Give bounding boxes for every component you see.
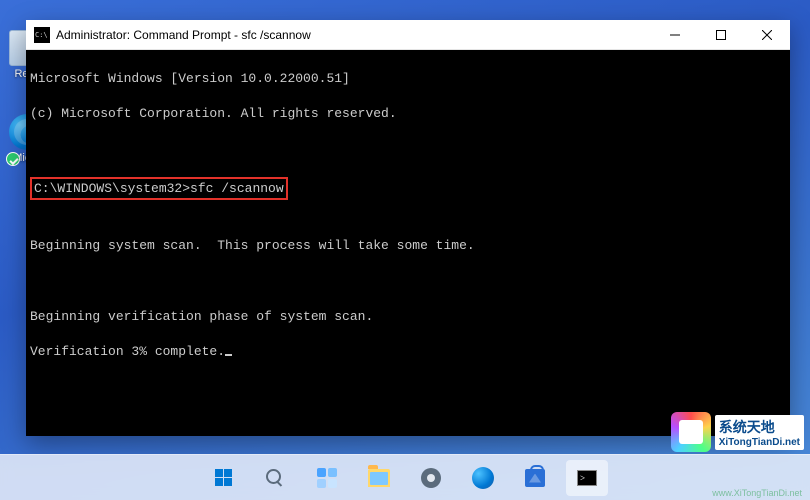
search-icon: [266, 469, 284, 487]
watermark-text: 系统天地 XiTongTianDi.net: [715, 415, 804, 450]
store-icon: [525, 469, 545, 487]
file-explorer-icon: [368, 469, 390, 487]
watermark-brand-cn: 系统天地: [719, 419, 775, 435]
maximize-icon: [716, 30, 726, 40]
close-icon: [762, 30, 772, 40]
terminal-line-verification-phase: Beginning verification phase of system s…: [30, 308, 786, 326]
watermark-logo-icon: [671, 412, 711, 452]
maximize-button[interactable]: [698, 20, 744, 49]
command-highlight: C:\WINDOWS\system32>sfc /scannow: [30, 177, 288, 201]
checkmark-badge-icon: [6, 152, 20, 166]
taskbar-store-button[interactable]: [514, 460, 556, 496]
terminal-blank: [30, 140, 786, 158]
taskbar-edge-button[interactable]: [462, 460, 504, 496]
terminal-progress-text: Verification 3% complete.: [30, 344, 225, 359]
taskbar-cmd-button[interactable]: [566, 460, 608, 496]
terminal-line-version: Microsoft Windows [Version 10.0.22000.51…: [30, 70, 786, 88]
terminal-command: sfc /scannow: [190, 181, 284, 196]
minimize-icon: [670, 30, 680, 40]
window-title: Administrator: Command Prompt - sfc /sca…: [56, 28, 311, 42]
taskbar-settings-button[interactable]: [410, 460, 452, 496]
watermark: 系统天地 XiTongTianDi.net: [671, 412, 804, 452]
taskbar: [0, 454, 810, 500]
terminal-line-copyright: (c) Microsoft Corporation. All rights re…: [30, 105, 786, 123]
cmd-taskbar-icon: [577, 470, 597, 486]
terminal-line-progress: Verification 3% complete.: [30, 343, 786, 361]
terminal-blank: [30, 202, 786, 220]
command-prompt-window: Administrator: Command Prompt - sfc /sca…: [26, 20, 790, 436]
cursor-icon: [225, 354, 232, 356]
watermark-brand-en: XiTongTianDi.net: [719, 437, 800, 448]
start-button[interactable]: [202, 460, 244, 496]
taskbar-explorer-button[interactable]: [358, 460, 400, 496]
taskbar-widgets-button[interactable]: [306, 460, 348, 496]
cmd-app-icon: [34, 27, 50, 43]
window-titlebar[interactable]: Administrator: Command Prompt - sfc /sca…: [26, 20, 790, 50]
minimize-button[interactable]: [652, 20, 698, 49]
terminal-output[interactable]: Microsoft Windows [Version 10.0.22000.51…: [26, 50, 790, 436]
gear-icon: [421, 468, 441, 488]
terminal-blank: [30, 273, 786, 291]
terminal-line-scan-start: Beginning system scan. This process will…: [30, 237, 786, 255]
edge-taskbar-icon: [472, 467, 494, 489]
taskbar-search-button[interactable]: [254, 460, 296, 496]
watermark-url: www.XiTongTianDi.net: [712, 488, 802, 498]
close-button[interactable]: [744, 20, 790, 49]
terminal-prompt: C:\WINDOWS\system32>: [34, 181, 190, 196]
windows-logo-icon: [215, 469, 232, 486]
widgets-icon: [317, 468, 337, 488]
window-controls: [652, 20, 790, 49]
